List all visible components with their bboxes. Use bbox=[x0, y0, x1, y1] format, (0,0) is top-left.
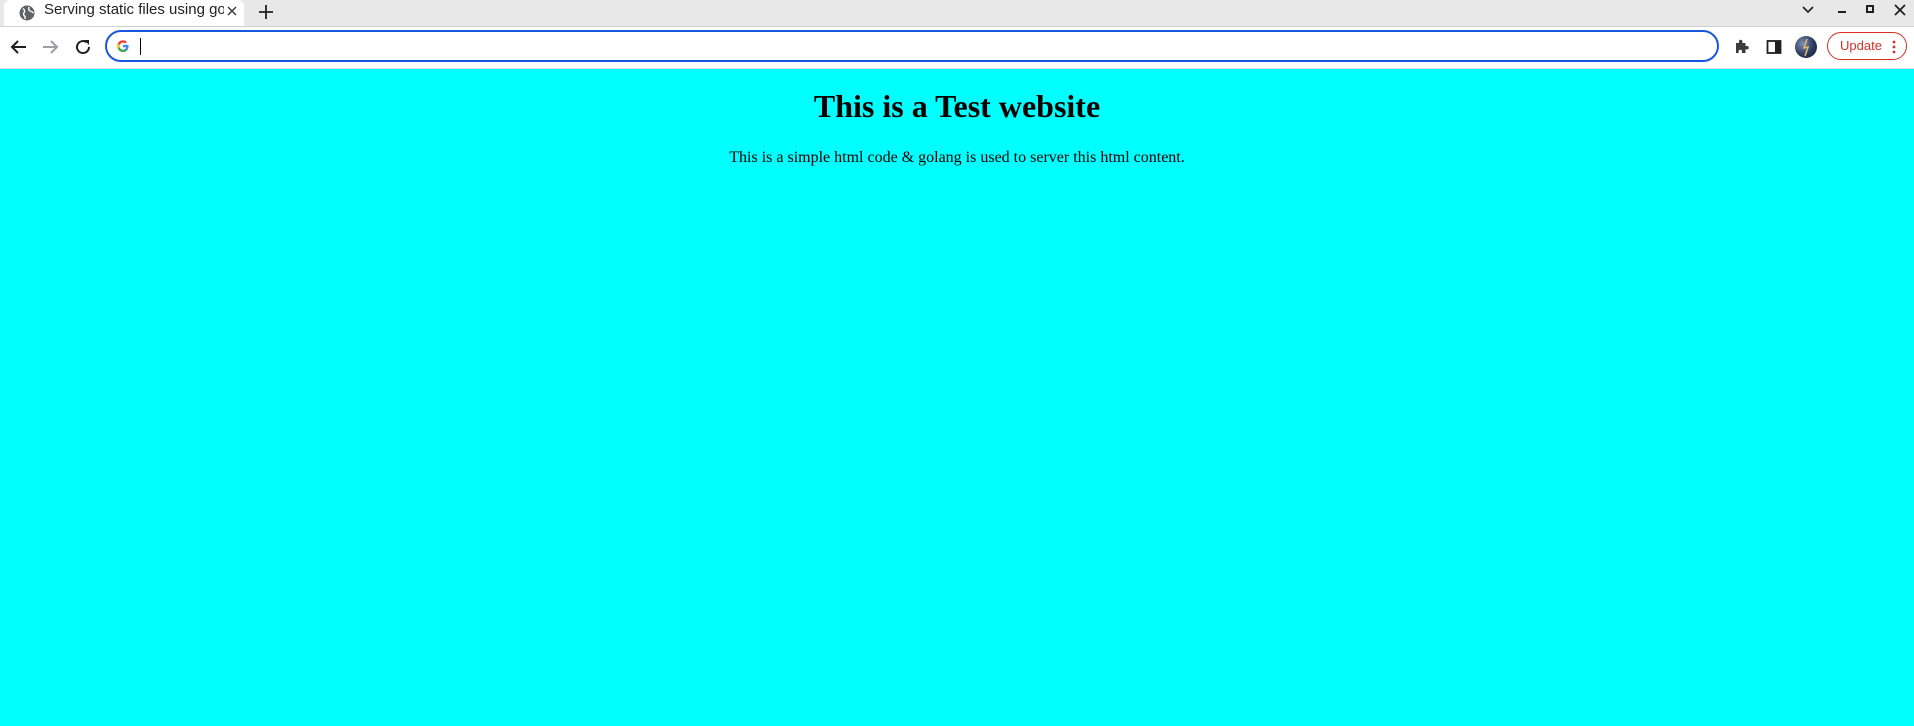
arrow-left-icon[interactable] bbox=[7, 35, 31, 59]
tab-title: Serving static files using go bbox=[44, 1, 224, 18]
kebab-menu-icon[interactable] bbox=[1892, 40, 1896, 54]
address-bar[interactable] bbox=[105, 30, 1719, 62]
reload-icon[interactable] bbox=[71, 35, 95, 59]
plus-icon[interactable] bbox=[255, 1, 277, 23]
toolbar: Update bbox=[0, 27, 1914, 69]
close-icon[interactable] bbox=[224, 3, 240, 19]
tab-strip: Serving static files using go bbox=[0, 0, 1914, 27]
page-paragraph: This is a simple html code & golang is u… bbox=[729, 149, 1185, 166]
update-button[interactable]: Update bbox=[1827, 32, 1907, 60]
tab-active[interactable]: Serving static files using go bbox=[4, 0, 244, 26]
arrow-right-icon[interactable] bbox=[38, 35, 62, 59]
page-content: This is a Test website This is a simple … bbox=[0, 69, 1914, 726]
side-panel-icon[interactable] bbox=[1764, 37, 1784, 57]
address-input[interactable] bbox=[139, 34, 1699, 58]
update-label: Update bbox=[1840, 38, 1882, 53]
close-icon[interactable] bbox=[1888, 0, 1912, 20]
minimize-icon[interactable] bbox=[1830, 0, 1854, 20]
avatar[interactable] bbox=[1795, 36, 1817, 58]
globe-icon bbox=[19, 5, 35, 21]
text-caret bbox=[140, 38, 141, 55]
page-heading: This is a Test website bbox=[813, 88, 1101, 124]
chevron-down-icon[interactable] bbox=[1796, 0, 1820, 20]
browser-window: Serving static files using go Update Thi… bbox=[0, 0, 1914, 726]
avatar-image bbox=[1802, 38, 1810, 57]
google-g-icon bbox=[117, 40, 129, 52]
puzzle-icon[interactable] bbox=[1732, 37, 1752, 57]
maximize-icon[interactable] bbox=[1858, 0, 1882, 20]
